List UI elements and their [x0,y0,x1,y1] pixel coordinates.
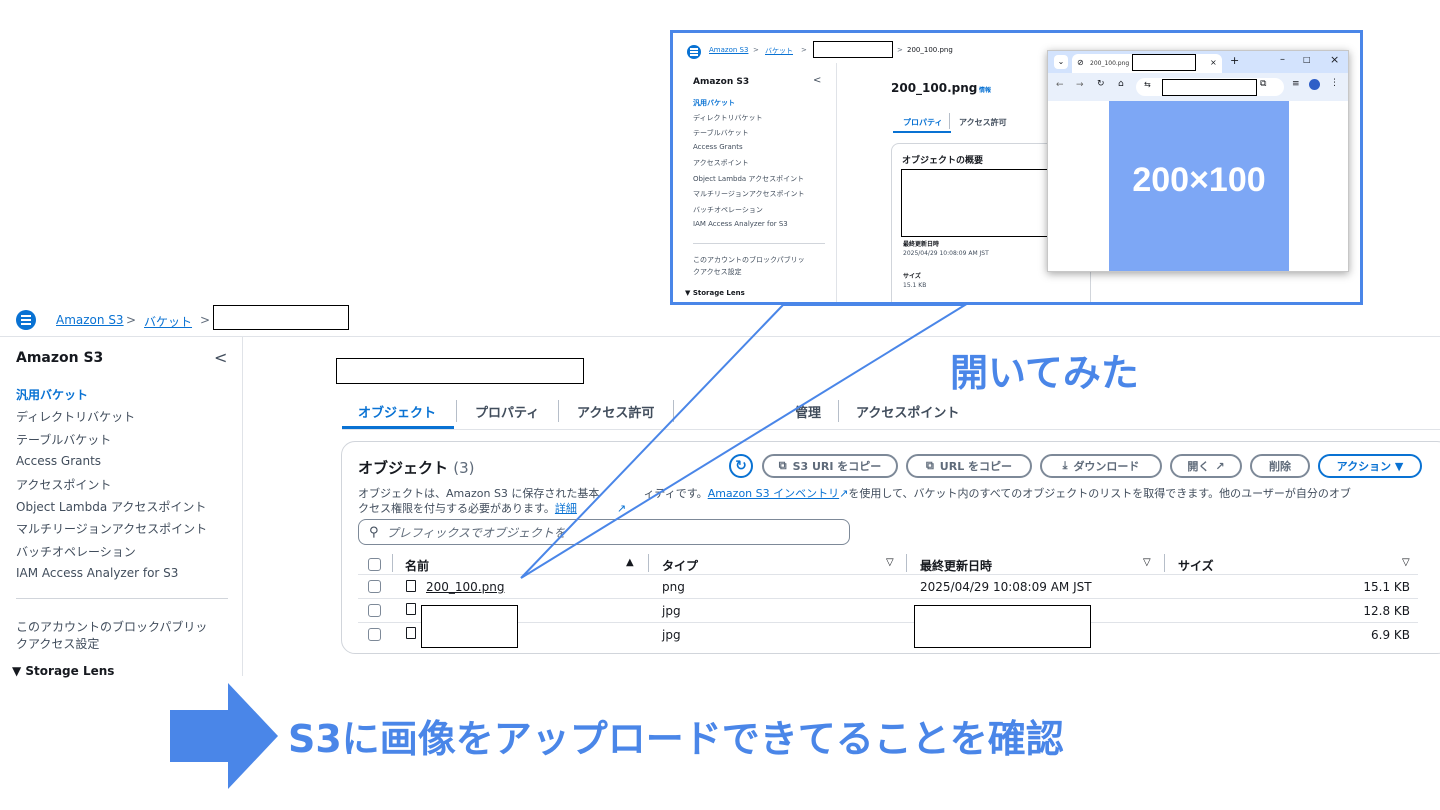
callout-lines [520,304,969,579]
annotation-opened: 開いてみた [950,351,1139,395]
arrow-head-icon [228,683,278,789]
arrow-icon [170,710,230,762]
callout-pointer [520,304,969,579]
annotation-upload-confirmed: S3に画像をアップロードできてることを確認 [288,717,1064,761]
